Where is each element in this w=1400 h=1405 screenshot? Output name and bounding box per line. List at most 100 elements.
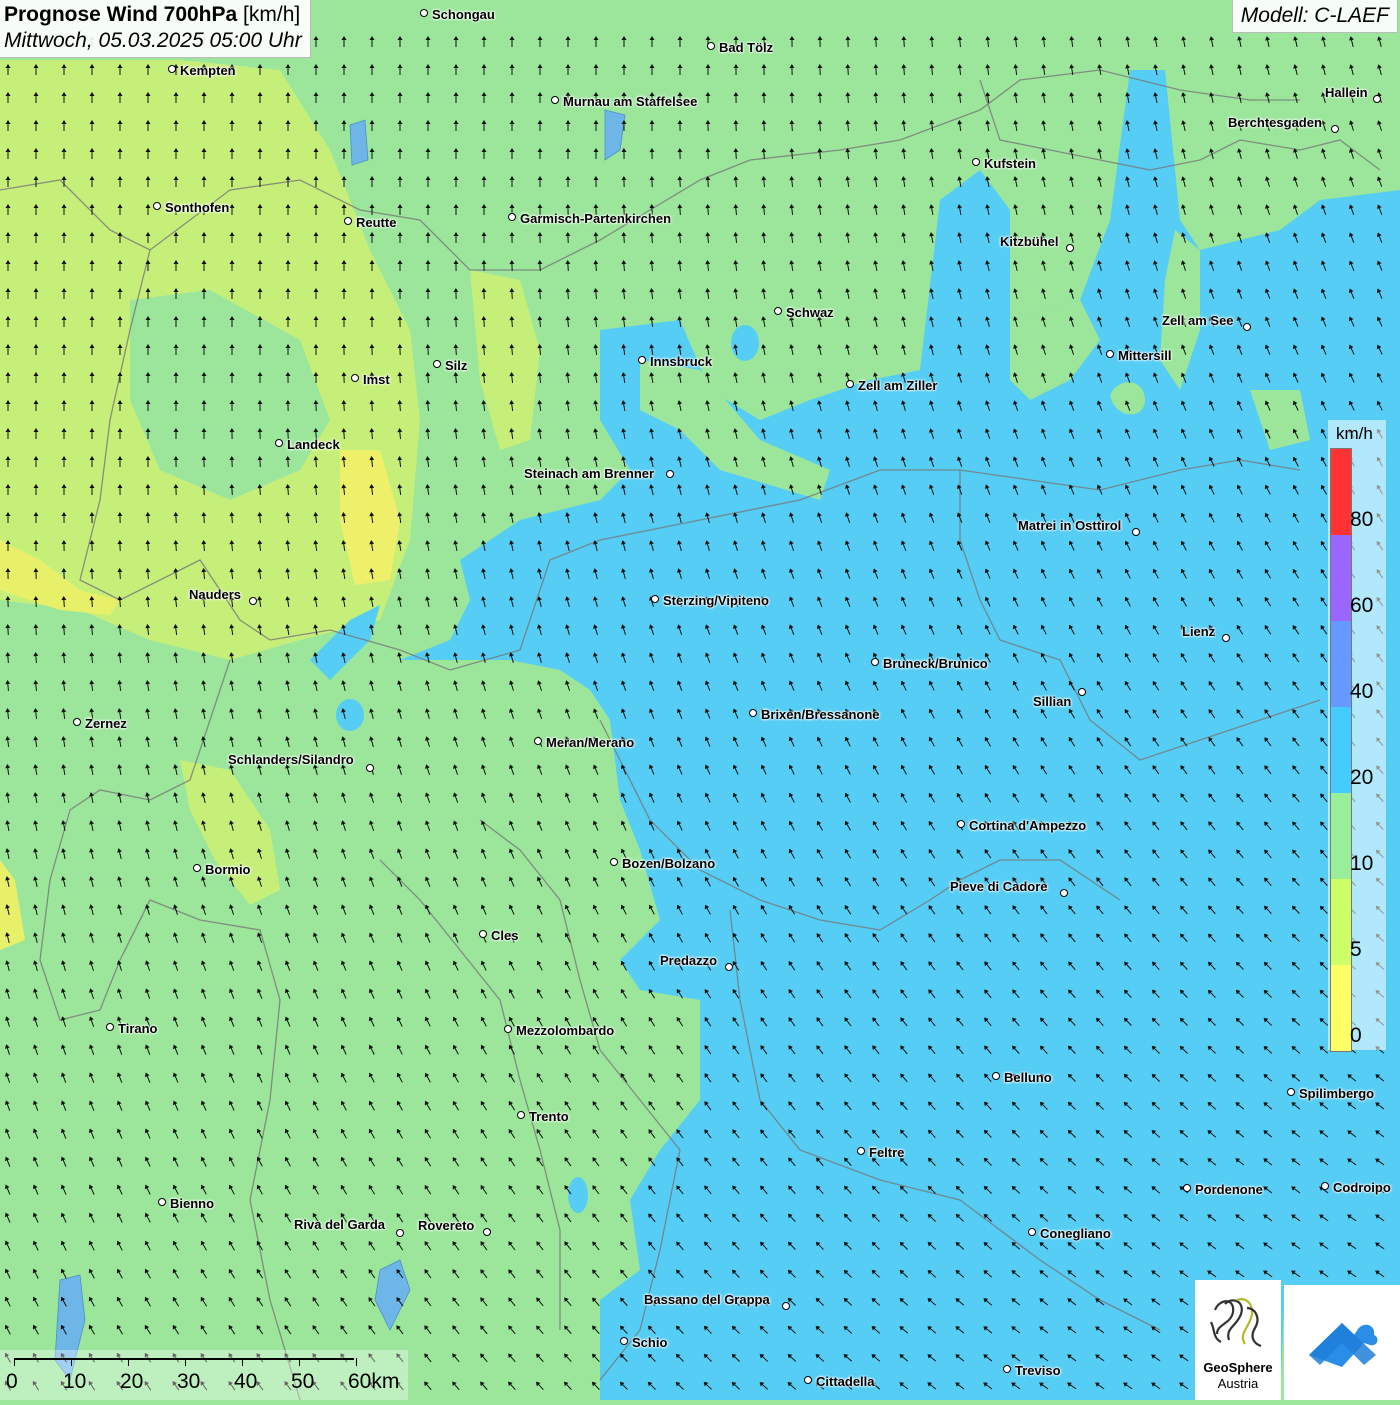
scale-label: 10 [63,1370,86,1394]
city-marker-icon [804,1376,812,1384]
city-marker-icon [1222,634,1230,642]
city-marker-icon [351,374,359,382]
geosphere-emblem-icon [1195,1280,1281,1360]
city-label: Nauders [189,587,241,602]
city-label: Sillian [1033,694,1071,709]
geosphere-logo[interactable]: GeoSphere Austria [1195,1280,1281,1400]
city-marker-icon [158,1198,166,1206]
city-label: Zell am See [1162,313,1234,328]
city-marker-icon [782,1302,790,1310]
city-marker-icon [1060,889,1068,897]
scale-tick [14,1358,15,1366]
city-label: Feltre [869,1145,904,1160]
city-label: Steinach am Brenner [524,466,654,481]
city-label: Imst [363,372,390,387]
city-label: Bienno [170,1196,214,1211]
city-label: Trento [529,1109,569,1124]
city-label: Spilimbergo [1299,1086,1374,1101]
city-label: Kufstein [984,156,1036,171]
city-label: Garmisch-Partenkirchen [520,211,671,226]
scale-label: 20 [120,1370,143,1394]
city-label: Mezzolombardo [516,1023,614,1038]
city-marker-icon [1331,125,1339,133]
city-label: Conegliano [1040,1226,1111,1241]
legend-color-bar [1330,448,1352,1052]
city-marker-icon [1373,95,1381,103]
city-marker-icon [1106,350,1114,358]
legend-color-band [1331,621,1351,707]
legend-color-band [1331,879,1351,965]
city-label: Schongau [432,7,495,22]
city-marker-icon [749,709,757,717]
map-title: Prognose Wind 700hPa [km/h] [4,3,302,27]
scale-tick [71,1358,72,1366]
legend-tick-label: 0 [1350,1024,1362,1048]
city-marker-icon [871,658,879,666]
scale-line [14,1358,354,1360]
city-label: Belluno [1004,1070,1052,1085]
city-label: Murnau am Staffelsee [563,94,697,109]
city-marker-icon [517,1111,525,1119]
city-label: Riva del Garda [294,1217,385,1232]
city-label: Hallein [1325,85,1368,100]
city-marker-icon [972,158,980,166]
city-marker-icon [153,202,161,210]
city-label: Landeck [287,437,340,452]
city-label: Matrei in Osttirol [1018,518,1121,533]
city-label: Codroipo [1333,1180,1391,1195]
city-label: Kitzbühel [1000,234,1059,249]
city-label: Zell am Ziller [858,378,937,393]
city-marker-icon [396,1229,404,1237]
forecast-time: Mittwoch, 05.03.2025 05:00 Uhr [4,29,302,53]
city-marker-icon [1321,1182,1329,1190]
scale-label: 60km [348,1370,399,1394]
city-label: Silz [445,358,467,373]
city-marker-icon [857,1147,865,1155]
city-marker-icon [610,858,618,866]
city-label: Pieve di Cadore [950,879,1048,894]
geosphere-country: Austria [1195,1376,1281,1391]
city-marker-icon [275,439,283,447]
city-marker-icon [957,820,965,828]
city-label: Schlanders/Silandro [228,752,354,767]
city-marker-icon [707,42,715,50]
city-marker-icon [551,96,559,104]
city-label: Mittersill [1118,348,1171,363]
weather-app-logo[interactable] [1284,1285,1400,1400]
legend-color-band [1331,793,1351,879]
city-label: Kempten [180,63,236,78]
wind-zone-20-40-patch-b [336,699,364,731]
scale-tick [185,1358,186,1366]
city-marker-icon [479,930,487,938]
legend-tick-label: 40 [1350,680,1373,704]
city-marker-icon [666,470,674,478]
legend-color-band [1331,535,1351,621]
city-marker-icon [651,595,659,603]
city-label: Berchtesgaden [1228,115,1322,130]
legend-tick-label: 5 [1350,938,1362,962]
city-marker-icon [483,1228,491,1236]
legend-tick-label: 80 [1350,508,1373,532]
app-cloud-arrow-icon [1284,1285,1400,1400]
city-label: Bad Tölz [719,40,773,55]
title-box: Prognose Wind 700hPa [km/h] Mittwoch, 05… [0,0,311,58]
scale-label: 50 [291,1370,314,1394]
city-marker-icon [725,963,733,971]
city-marker-icon [193,864,201,872]
city-marker-icon [1003,1365,1011,1373]
map-title-bold: Prognose Wind 700hPa [4,3,237,26]
city-marker-icon [534,737,542,745]
city-marker-icon [504,1025,512,1033]
city-label: Rovereto [418,1218,474,1233]
city-marker-icon [992,1072,1000,1080]
city-label: Cles [491,928,518,943]
wind-zone-20-40-patch-d [568,1177,588,1213]
city-marker-icon [638,356,646,364]
city-label: Predazzo [660,953,717,968]
legend-color-band [1331,449,1351,535]
legend-unit: km/h [1336,424,1373,444]
city-marker-icon [846,380,854,388]
city-marker-icon [106,1023,114,1031]
scale-tick [128,1358,129,1366]
city-marker-icon [620,1337,628,1345]
